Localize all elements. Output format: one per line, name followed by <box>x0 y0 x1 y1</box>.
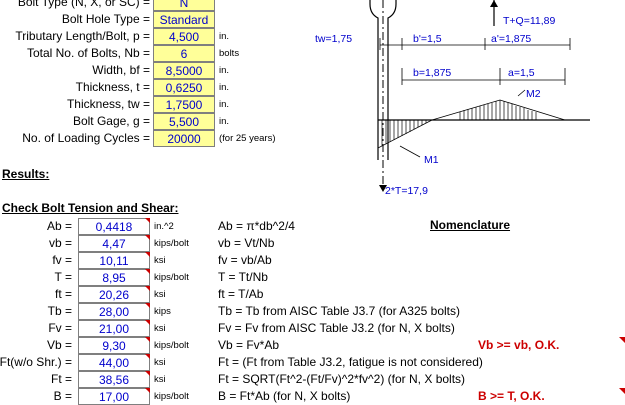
result-label-vb: vb = <box>48 236 72 250</box>
formula-t: T = Tt/Nb <box>218 270 268 284</box>
moment-m2-region <box>431 99 566 121</box>
formula-fv-allow: Fv = Fv from AISC Table J3.2 (for N, X b… <box>218 321 455 335</box>
unit-tributary-length: in. <box>219 31 230 42</box>
formula-ft-no-shear: Ft = (Ft from Table J3.2, fatigue is not… <box>218 355 483 369</box>
shear-check-status: Vb >= vb, O.K. <box>478 338 560 352</box>
result-value-ab[interactable]: 0,4418 <box>78 218 150 235</box>
result-label-vb-allow: Vb = <box>46 338 72 352</box>
comment-marker-1 <box>619 337 625 343</box>
diagram-label-m2: M2 <box>526 88 541 100</box>
formula-ft: ft = T/Ab <box>218 287 264 301</box>
result-label-ft-no-shear: Ft(w/o Shr.) = <box>0 355 72 369</box>
diagram-label-m1: M1 <box>424 154 439 166</box>
input-label-loading-cycles: No. of Loading Cycles = <box>22 131 150 145</box>
formula-b: B = Ft*Ab (for N, X bolts) <box>218 389 351 403</box>
result-value-b[interactable]: 17,00 <box>78 388 150 405</box>
m2-leader <box>517 89 526 97</box>
result-value-ft-no-shear[interactable]: 44,00 <box>78 354 150 371</box>
result-label-tb: Tb = <box>47 304 72 318</box>
input-bolt-hole-type[interactable]: Standard <box>153 11 215 28</box>
input-label-bolt-type: Bolt Type (N, X, or SC) = <box>17 0 150 9</box>
formula-ft-allow: Ft = SQRT(Ft^2-(Ft/Fv)^2*fv^2) (for N, X… <box>218 372 466 386</box>
input-label-bolt-hole-type: Bolt Hole Type = <box>61 12 150 26</box>
result-value-vb-allow[interactable]: 9,30 <box>78 337 150 354</box>
m1-leader <box>399 145 421 158</box>
input-thickness-t[interactable]: 0,6250 <box>153 79 215 96</box>
check-heading: Check Bolt Tension and Shear: <box>2 201 179 215</box>
result-value-ft-allow[interactable]: 38,56 <box>78 371 150 388</box>
formula-tb: Tb = Tb from AISC Table J3.7 (for A325 b… <box>218 304 461 318</box>
input-label-total-bolts: Total No. of Bolts, Nb = <box>26 46 150 60</box>
unit-bolt-gage: in. <box>219 116 230 127</box>
unit-thickness-tw: in. <box>219 99 230 110</box>
tee-flange-left-curve <box>369 0 379 160</box>
connection-diagram <box>369 0 590 192</box>
moment-m2-hatch <box>459 100 537 120</box>
result-value-vb[interactable]: 4,47 <box>78 235 150 252</box>
diagram-label-tw: tw=1,75 <box>315 33 353 45</box>
diagram-label-a-prime: a'=1,875 <box>491 33 532 45</box>
input-label-thickness-tw: Thickness, tw = <box>66 97 150 111</box>
input-label-thickness-t: Thickness, t = <box>75 80 150 94</box>
nomenclature-heading: Nomenclature <box>430 218 511 232</box>
result-unit-tb: kips <box>154 306 171 317</box>
result-unit-vb: kips/bolt <box>154 238 189 249</box>
result-label-ab: Ab = <box>46 219 72 233</box>
unit-total-bolts: bolts <box>219 48 240 59</box>
result-unit-b: kips/bolt <box>154 391 189 402</box>
result-unit-ab: in.^2 <box>154 221 174 232</box>
diagram-label-two-t: 2*T=17,9 <box>385 185 428 197</box>
result-unit-ft-allow: ksi <box>154 374 166 385</box>
diagram-label-b: b=1,875 <box>413 67 452 79</box>
input-loading-cycles[interactable]: 20000 <box>153 130 215 147</box>
input-label-bolt-gage: Bolt Gage, g = <box>72 114 150 128</box>
diagram-label-tq: T+Q=11,89 <box>503 15 556 27</box>
input-tributary-length[interactable]: 4,500 <box>153 28 215 45</box>
result-unit-fv: ksi <box>154 255 166 266</box>
result-unit-vb-allow: kips/bolt <box>154 340 189 351</box>
result-label-ft-allow: Ft = <box>50 372 72 386</box>
unit-thickness-t: in. <box>219 82 230 93</box>
result-label-t: T = <box>54 270 72 284</box>
comment-marker-2 <box>619 388 625 394</box>
result-label-b: B = <box>53 389 72 403</box>
result-unit-fv-allow: ksi <box>154 323 166 334</box>
input-label-tributary-length: Tributary Length/Bolt, p = <box>15 29 150 43</box>
diagram-label-a: a=1,5 <box>508 67 535 79</box>
unit-width: in. <box>219 65 230 76</box>
input-bolt-type[interactable]: N <box>153 0 215 11</box>
result-value-tb[interactable]: 28,00 <box>78 303 150 320</box>
unit-loading-cycles: (for 25 years) <box>219 133 276 144</box>
input-bolt-gage[interactable]: 5,500 <box>153 113 215 130</box>
tq-arrow-head <box>490 0 498 7</box>
formula-ab: Ab = π*db^2/4 <box>218 219 295 233</box>
result-value-ft[interactable]: 20,26 <box>78 286 150 303</box>
tension-check-status: B >= T, O.K. <box>478 389 545 403</box>
result-value-fv[interactable]: 10,11 <box>78 252 150 269</box>
result-unit-ft-no-shear: ksi <box>154 357 166 368</box>
formula-vb: vb = Vt/Nb <box>218 236 275 250</box>
result-unit-t: kips/bolt <box>154 272 189 283</box>
result-unit-ft: ksi <box>154 289 166 300</box>
results-heading: Results: <box>2 167 50 181</box>
input-thickness-tw[interactable]: 1,7500 <box>153 96 215 113</box>
result-value-fv-allow[interactable]: 21,00 <box>78 320 150 337</box>
result-labels: Ab = vb = fv = T = ft = Tb = Fv = Vb = F… <box>0 218 72 405</box>
input-labels: Bolt Type (N, X, or SC) = Bolt Hole Type… <box>0 0 150 154</box>
input-width[interactable]: 8,5000 <box>153 62 215 79</box>
formula-fv: fv = vb/Ab <box>218 253 272 267</box>
diagram-label-b-prime: b'=1,5 <box>413 33 442 45</box>
result-label-fv: fv = <box>52 253 72 267</box>
input-total-bolts[interactable]: 6 <box>153 45 215 62</box>
result-label-ft: ft = <box>54 287 72 301</box>
result-value-t[interactable]: 8,95 <box>78 269 150 286</box>
input-label-width: Width, bf = <box>92 63 150 77</box>
result-label-fv-allow: Fv = <box>48 321 72 335</box>
formula-vb-allow: Vb = Fv*Ab <box>218 338 280 352</box>
tee-flange-right-curve <box>387 0 397 160</box>
